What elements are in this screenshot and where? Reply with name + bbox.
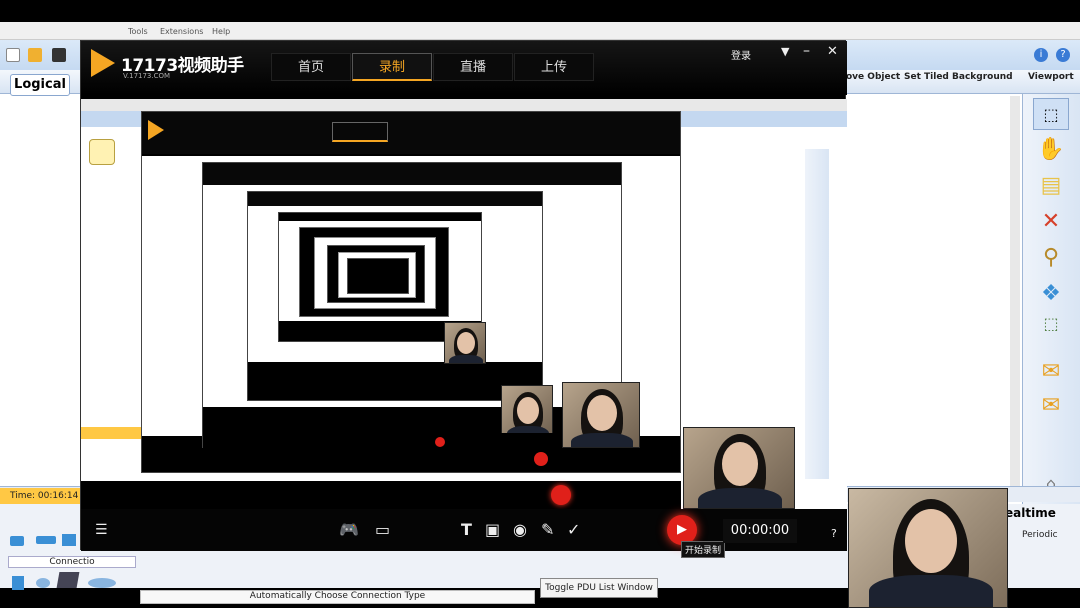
preview-webcam [501,385,553,437]
viewport-link[interactable]: Viewport [1028,72,1074,82]
screen: Tools Extensions Help i ? Logical ⚲ ove … [0,0,1080,608]
preview-webcam [683,427,795,509]
webcam-icon[interactable]: ◉ [513,521,527,539]
preview-logical-icon [89,139,115,165]
recording-preview [81,99,847,509]
move-object-link[interactable]: ove Object [846,72,900,82]
preview-tunnel-e [347,258,409,294]
preview-tunnel-b [314,237,436,309]
vertical-scrollbar[interactable] [1010,96,1020,496]
stamp-icon[interactable]: ✓ [567,521,580,539]
preview-header [142,112,680,154]
preview-tab-record [332,122,388,142]
preview-tunnel-a [299,227,449,317]
hand-tool-icon[interactable]: ✋ [1033,134,1069,166]
webcam-overlay [848,488,1008,608]
delete-tool-icon[interactable]: ✕ [1033,206,1069,238]
recorder-window: 17173视频助手 V.17173.COM 首页 录制 直播 上传 登录 ▼ –… [80,40,847,558]
preview-controls [248,364,542,400]
cloud-icon[interactable] [88,578,116,588]
close-icon[interactable]: ✕ [827,44,838,59]
preview-record-icon [534,452,548,466]
new-file-icon[interactable] [6,48,20,62]
image-icon[interactable]: ▣ [485,521,500,539]
tab-live[interactable]: 直播 [433,53,513,81]
record-tooltip: 开始录制 [681,541,726,558]
switch-icon[interactable] [36,536,56,544]
periodic-label: Periodic [1022,530,1058,540]
preview-record-icon [435,437,445,447]
toggle-pdu-list-button[interactable]: Toggle PDU List Window [540,578,658,598]
menu-help[interactable]: Help [212,27,230,36]
menu-icon[interactable]: ☰ [95,521,108,539]
recorder-header: 17173视频助手 V.17173.COM 首页 录制 直播 上传 登录 ▼ –… [81,41,847,95]
auto-connection-label: Automatically Choose Connection Type [140,590,535,604]
record-timer: 00:00:00 [723,519,797,543]
preview-logo-icon [148,120,164,140]
brush-icon[interactable]: ✎ [541,521,554,539]
tab-home[interactable]: 首页 [271,53,351,81]
help-icon[interactable]: ? [1056,48,1070,62]
text-icon[interactable]: T [461,521,472,539]
common-tools-bar: ⬚ ✋ ▤ ✕ ⚲ ❖ ⬚ ✉ ✉ ⌂ [1022,94,1080,514]
open-folder-icon[interactable] [28,48,42,62]
menu-tools[interactable]: Tools [128,27,148,36]
recorder-logo-sub: V.17173.COM [123,72,171,80]
preview-sidebar [805,149,829,479]
resize-tool-icon[interactable]: ⬚ [1033,308,1069,340]
router-icon[interactable] [10,536,24,546]
inspect-tool-icon[interactable]: ⚲ [1033,242,1069,274]
login-link[interactable]: 登录 [731,47,751,62]
help-button[interactable]: ? [831,527,837,540]
info-icon[interactable]: i [1034,48,1048,62]
hub-icon[interactable] [62,534,76,546]
preview-menu-bar [81,99,847,111]
menu-bar: Tools Extensions Help [0,22,1080,40]
gamepad-icon[interactable]: 🎮 [339,521,359,539]
preview-recorder-level-4 [247,191,543,401]
recorder-logo-icon [91,49,115,77]
preview-record-icon [551,485,571,505]
preview-header [203,163,621,185]
record-icon: ▶ [677,522,687,537]
add-simple-pdu-icon[interactable]: ✉ [1033,356,1069,388]
tab-upload[interactable]: 上传 [514,53,594,81]
tab-record[interactable]: 录制 [352,53,432,81]
preview-header [248,192,542,206]
draw-tool-icon[interactable]: ❖ [1033,278,1069,310]
note-tool-icon[interactable]: ▤ [1033,170,1069,202]
preview-tunnel-c [327,245,425,303]
monitor-icon[interactable]: ▭ [375,521,390,539]
laptop-icon[interactable] [56,572,80,588]
wireless-icon[interactable] [36,578,50,588]
end-device-icon[interactable] [12,576,24,590]
set-tiled-background-link[interactable]: Set Tiled Background [904,72,1013,82]
realtime-label[interactable]: ealtime [1005,506,1056,520]
time-display: Time: 00:16:14 [0,488,86,504]
select-tool-icon[interactable]: ⬚ [1033,98,1069,130]
save-icon[interactable] [52,48,66,62]
menu-extensions[interactable]: Extensions [160,27,203,36]
preview-recorder-level-2 [141,111,681,473]
preview-controls [142,448,680,472]
preview-controls [81,481,681,509]
preview-recorder-level-3 [202,162,622,462]
preview-webcam [444,322,486,364]
preview-time-label [81,427,141,439]
logical-tab[interactable]: Logical [10,74,70,96]
connections-label: Connectio [8,556,136,568]
preview-webcam [562,382,640,448]
preview-tunnel-d [338,252,416,298]
minimize-icon[interactable]: – [803,43,810,59]
add-complex-pdu-icon[interactable]: ✉ [1033,390,1069,422]
dropdown-icon[interactable]: ▼ [781,45,789,58]
